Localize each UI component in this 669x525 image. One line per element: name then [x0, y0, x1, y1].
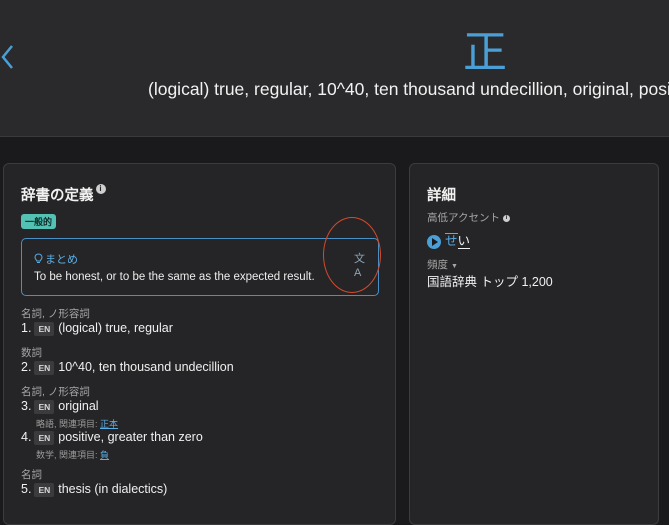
chevron-left-icon[interactable] [0, 44, 16, 70]
dictionary-title-text: 辞書の定義 [21, 188, 94, 204]
info-icon[interactable]: i [502, 214, 510, 222]
summary-heading: まとめ [34, 251, 78, 267]
pos-label: 数詞 [21, 347, 42, 359]
headword-gloss: (logical) true, regular, 10^40, ten thou… [148, 79, 669, 99]
pitch-accent-value: せい [427, 230, 471, 249]
dictionary-title: 辞書の定義 i [21, 184, 106, 205]
headword-kanji: 正 [463, 27, 507, 78]
details-panel: 詳細 高低アクセント i せい 頻度 ▼ 国語辞典 トップ 1,200 [409, 163, 659, 525]
definition-item: 5. EN thesis (in dialectics) [21, 482, 167, 497]
info-icon[interactable]: i [95, 184, 106, 194]
en-tag: EN [34, 360, 55, 375]
pos-label: 名詞, ノ形容詞 [21, 386, 90, 398]
definition-text: 10^40, ten thousand undecillion [58, 360, 234, 374]
definition-number: 4. [21, 430, 32, 444]
definition-number: 1. [21, 321, 32, 335]
pitch-accent-label: 高低アクセント i [427, 210, 510, 225]
pitch-accent-text: 高低アクセント [427, 212, 500, 224]
word-header: 正 (logical) true, regular, 10^40, ten th… [0, 0, 669, 137]
accent-low-mora: い [457, 234, 471, 249]
definition-text: original [58, 399, 99, 413]
en-tag: EN [34, 399, 55, 414]
definition-text: thesis (in dialectics) [58, 482, 168, 496]
frequency-label-text: 頻度 [427, 259, 448, 271]
details-title: 詳細 [427, 188, 456, 204]
frequency-label[interactable]: 頻度 ▼ [427, 257, 458, 272]
definition-text: (logical) true, regular [58, 321, 173, 335]
pos-label: 名詞, ノ形容詞 [21, 308, 90, 320]
common-badge: 一般的 [21, 214, 57, 229]
summary-text: To be honest, or to be the same as the e… [34, 271, 315, 283]
caret-down-icon: ▼ [451, 263, 458, 270]
note-prefix: 数学, 関連項目: [36, 450, 101, 460]
frequency-value: 国語辞典 トップ 1,200 [427, 275, 553, 289]
lightbulb-icon [34, 253, 43, 263]
related-link[interactable]: 負 [100, 450, 109, 460]
definition-item: 2. EN 10^40, ten thousand undecillion [21, 360, 234, 375]
pos-label: 名詞 [21, 469, 42, 481]
annotation-circle [323, 217, 381, 293]
play-icon[interactable] [427, 234, 441, 249]
related-link[interactable]: 正本 [100, 419, 118, 429]
definition-item: 4. EN positive, greater than zero [21, 430, 203, 445]
definition-number: 3. [21, 399, 32, 413]
definition-note: 略語, 関連項目: 正本 [36, 417, 118, 430]
definition-item: 3. EN original [21, 399, 99, 414]
dictionary-panel: 辞書の定義 i 一般的 まとめ To be honest, or to be th… [3, 163, 396, 525]
definition-item: 1. EN (logical) true, regular [21, 321, 173, 336]
definition-text: positive, greater than zero [58, 430, 203, 444]
en-tag: EN [34, 482, 55, 497]
note-prefix: 略語, 関連項目: [36, 419, 101, 429]
accent-high-mora: せ [445, 233, 458, 248]
en-tag: EN [34, 430, 55, 445]
definition-note: 数学, 関連項目: 負 [36, 448, 109, 461]
definition-number: 2. [21, 360, 32, 374]
summary-label: まとめ [45, 254, 78, 266]
definition-number: 5. [21, 482, 32, 496]
en-tag: EN [34, 321, 55, 336]
